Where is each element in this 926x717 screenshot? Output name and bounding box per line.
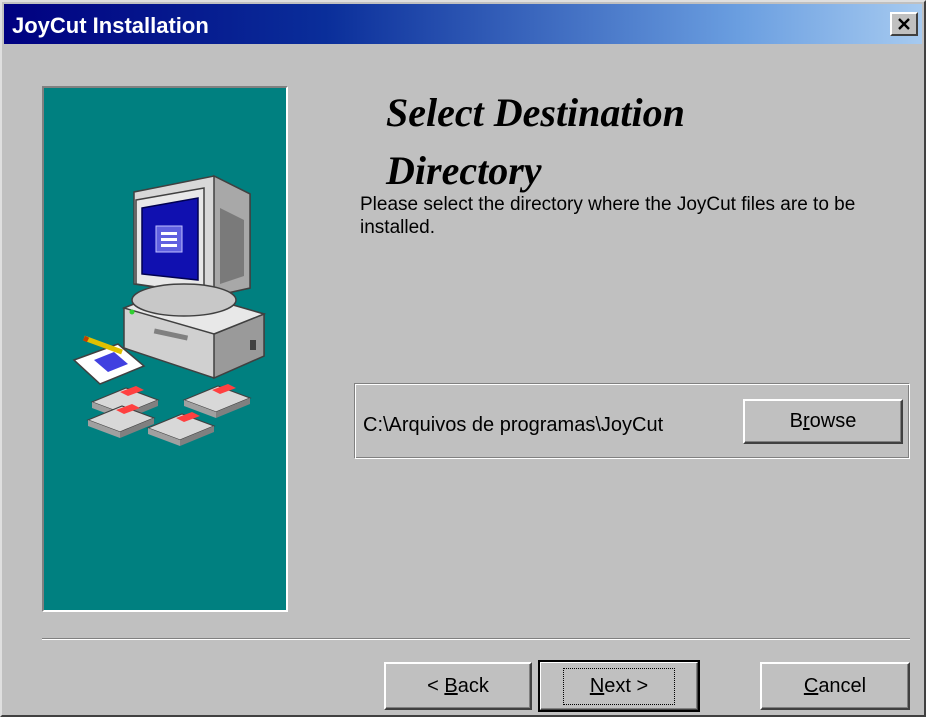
- close-icon: [898, 18, 910, 30]
- page-title-line2: Directory: [386, 148, 542, 193]
- computer-case-icon: [121, 283, 267, 380]
- next-button[interactable]: Next >: [538, 660, 700, 712]
- floppy-disks-icon: [86, 384, 252, 446]
- side-illustration-panel: [42, 86, 288, 612]
- close-button[interactable]: [890, 12, 918, 36]
- browse-button[interactable]: Browse: [743, 399, 903, 444]
- page-title-line1: Select Destination: [386, 90, 685, 135]
- next-label: Next >: [562, 667, 676, 705]
- monitor-icon: [133, 174, 251, 297]
- window-title: JoyCut Installation: [12, 13, 209, 38]
- cancel-label: Cancel: [803, 674, 867, 697]
- destination-path: C:\Arquivos de programas\JoyCut: [363, 414, 664, 436]
- page-title: Select Destination Directory: [386, 84, 806, 200]
- back-button[interactable]: < Back: [384, 662, 532, 710]
- browse-label: Browse: [789, 410, 857, 432]
- installer-window: JoyCut Installation Select Destination D…: [0, 0, 926, 717]
- computer-with-disks-illustration: [72, 174, 267, 446]
- title-bar[interactable]: JoyCut Installation: [4, 4, 922, 44]
- separator-line: [42, 638, 910, 640]
- cancel-button[interactable]: Cancel: [760, 662, 910, 710]
- back-label: < Back: [427, 674, 489, 697]
- destination-folder-group: C:\Arquivos de programas\JoyCut Browse: [354, 383, 910, 459]
- instructions-text: Please select the directory where the Jo…: [360, 194, 856, 238]
